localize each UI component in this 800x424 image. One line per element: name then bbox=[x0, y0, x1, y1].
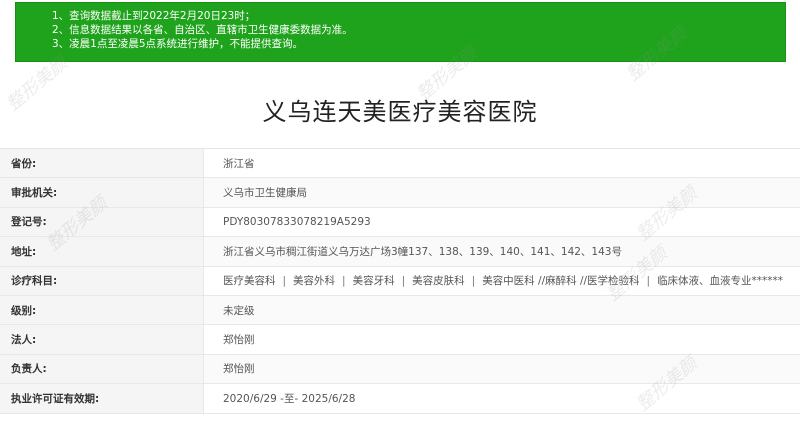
row-label: 审批机关: bbox=[0, 178, 204, 207]
separator: | bbox=[342, 274, 346, 287]
table-row-person-in-charge: 负责人: 郑怡刚 bbox=[0, 354, 800, 385]
row-label: 省份: bbox=[0, 149, 204, 178]
department-item: 美容牙科 bbox=[352, 275, 395, 288]
row-value: 义乌市卫生健康局 bbox=[223, 187, 307, 200]
notice-banner: 1、查询数据截止到2022年2月20日23时； 2、信息数据结果以各省、自治区、… bbox=[15, 2, 786, 62]
row-value: 未定级 bbox=[223, 304, 255, 317]
row-label: 登记号: bbox=[0, 207, 204, 237]
page-title: 义乌连天美医疗美容医院 bbox=[262, 98, 538, 126]
table-row-legal-person: 法人: 郑怡刚 bbox=[0, 325, 800, 355]
department-item: 美容外科 bbox=[293, 275, 336, 288]
department-item: 美容皮肤科 bbox=[412, 275, 465, 288]
separator: | bbox=[646, 274, 651, 287]
department-item: 医疗美容科 bbox=[223, 275, 276, 288]
info-table: 省份: 浙江省 审批机关: 义乌市卫生健康局 登记号: PDY803078330… bbox=[0, 148, 800, 414]
separator: | bbox=[471, 274, 476, 287]
departments-list: 医疗美容科 | 美容外科 | 美容牙科 | 美容皮肤科 | 美容中医科 //麻醉… bbox=[204, 267, 800, 295]
row-label: 地址: bbox=[0, 237, 204, 266]
separator: | bbox=[401, 274, 406, 287]
row-label: 负责人: bbox=[0, 354, 204, 384]
row-value: 浙江省 bbox=[223, 157, 255, 170]
notice-line-3: 3、凌晨1点至凌晨5点系统进行维护，不能提供查询。 bbox=[52, 38, 304, 50]
row-label: 级别: bbox=[0, 295, 204, 325]
row-value: 郑怡刚 bbox=[223, 363, 255, 376]
notice-line-1: 1、查询数据截止到2022年2月20日23时； bbox=[52, 10, 256, 22]
row-label: 法人: bbox=[0, 325, 204, 354]
table-row-license-validity: 执业许可证有效期: 2020/6/29 -至- 2025/6/28 bbox=[0, 384, 800, 414]
table-row-level: 级别: 未定级 bbox=[0, 295, 800, 326]
row-value: 2020/6/29 -至- 2025/6/28 bbox=[223, 392, 356, 405]
row-label: 执业许可证有效期: bbox=[0, 384, 204, 413]
department-item: 美容中医科 //麻醉科 //医学检验科 bbox=[482, 275, 640, 288]
separator: | bbox=[282, 274, 287, 287]
row-value: PDY80307833078219A5293 bbox=[223, 215, 371, 228]
row-value: 郑怡刚 bbox=[223, 334, 255, 347]
page: 1、查询数据截止到2022年2月20日23时； 2、信息数据结果以各省、自治区、… bbox=[0, 0, 800, 424]
table-row-registration: 登记号: PDY80307833078219A5293 bbox=[0, 207, 800, 238]
department-item: 临床体液、血液专业****** bbox=[657, 275, 784, 288]
table-row-authority: 审批机关: 义乌市卫生健康局 bbox=[0, 178, 800, 208]
row-value: 浙江省义乌市稠江街道义乌万达广场3幢137、138、139、140、141、14… bbox=[223, 245, 622, 258]
notice-line-2: 2、信息数据结果以各省、自治区、直辖市卫生健康委数据为准。 bbox=[52, 24, 353, 36]
table-row-departments: 诊疗科目: 医疗美容科 | 美容外科 | 美容牙科 | 美容皮肤科 | 美容中医… bbox=[0, 266, 800, 296]
table-row-province: 省份: 浙江省 bbox=[0, 149, 800, 179]
table-row-address: 地址: 浙江省义乌市稠江街道义乌万达广场3幢137、138、139、140、14… bbox=[0, 237, 800, 267]
row-label: 诊疗科目: bbox=[0, 266, 204, 295]
